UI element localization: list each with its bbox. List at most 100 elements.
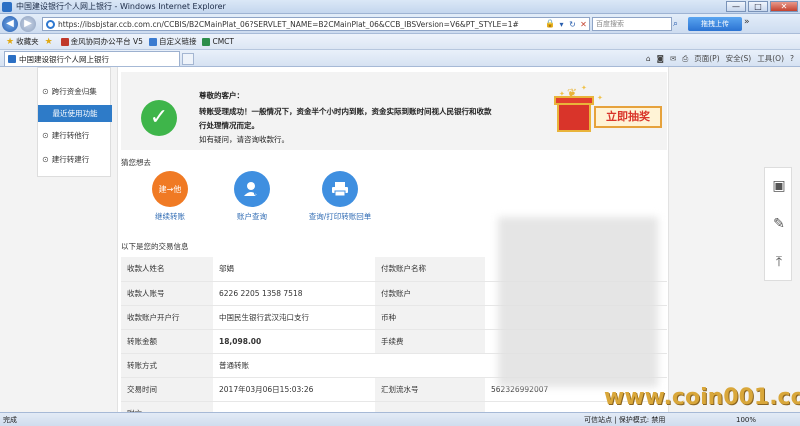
status-bar: 完成 可信站点 | 保护模式: 禁用 100% <box>0 412 800 426</box>
page-menu[interactable]: 页面(P) <box>694 53 719 64</box>
sidebar-item-cross-bank-collection[interactable]: ⊙ 跨行资金归集 <box>38 80 112 102</box>
tools-menu[interactable]: 工具(O) <box>757 53 784 64</box>
sidebar-item-ccb-to-other[interactable]: ⊙ 建行转他行 <box>38 124 112 146</box>
gift-box-icon <box>557 102 591 132</box>
favorite-link-custom[interactable]: 自定义链接 <box>148 36 196 47</box>
address-row: ◀ ▶ https://ibsbjstar.ccb.com.cn/CCBIS/B… <box>0 14 800 34</box>
sidebar-item-ccb-to-ccb[interactable]: ⊙ 建行转建行 <box>38 148 112 170</box>
upload-button[interactable]: 拖拽上传 <box>688 17 742 31</box>
sidebar-item-label: 建行转他行 <box>51 130 90 140</box>
transaction-time-label: 交易时间 <box>121 377 213 402</box>
user-search-icon <box>234 171 270 207</box>
close-button[interactable]: ✕ <box>770 1 798 12</box>
search-icon[interactable]: ⌕ <box>673 17 687 31</box>
payee-bank-value: 中国民生银行武汉沌口支行 <box>213 305 375 330</box>
payer-name-label: 付款账户名称 <box>375 257 485 282</box>
feeds-icon[interactable]: ◙ <box>657 54 664 63</box>
bullet-icon: ⊙ <box>42 86 49 96</box>
favorite-link-cmct[interactable]: CMCT <box>202 37 234 46</box>
forward-button[interactable]: ▶ <box>20 16 36 32</box>
payee-account-label: 收款人账号 <box>121 281 213 306</box>
safety-menu[interactable]: 安全(S) <box>726 53 752 64</box>
edit-icon[interactable]: ✎ <box>765 206 793 242</box>
lottery-banner[interactable]: ✦ ✦ ✦ ❦ 立即抽奖 <box>554 84 662 144</box>
watermark: www.coin001.com <box>604 385 800 410</box>
window-titlebar: 中国建设银行个人网上银行 - Windows Internet Explorer… <box>0 0 800 14</box>
success-check-icon: ✓ <box>141 100 177 136</box>
address-dropdown-icon[interactable]: ▾ <box>556 20 567 29</box>
contact-card-icon[interactable]: ▣ <box>765 168 793 204</box>
back-to-top-icon[interactable]: ⤒ <box>765 244 793 280</box>
page-icon <box>46 19 55 29</box>
page-viewport: ⊙ 跨行资金归集 最近使用功能 ⊙ 建行转他行 ⊙ 建行转建行 ✓ 尊敬的客户：… <box>0 67 800 412</box>
action-label[interactable]: 继续转账 <box>130 211 210 222</box>
url-text[interactable]: https://ibsbjstar.ccb.com.cn/CCBIS/B2CMa… <box>58 20 542 29</box>
printer-icon <box>322 171 358 207</box>
payee-name-value: 邬娟 <box>213 257 375 282</box>
link-icon <box>202 37 211 46</box>
result-line-1: 转账受理成功！一般情况下，资金半个小时内到账，资金实际到账时间视人民银行和收款 <box>199 107 492 116</box>
stop-icon[interactable]: ✕ <box>578 20 589 29</box>
action-label[interactable]: 查询/打印转账回单 <box>300 211 380 222</box>
link-icon <box>60 37 69 46</box>
window-controls: — □ ✕ <box>726 1 798 12</box>
result-line-3: 如有疑问，请咨询收款行。 <box>199 135 289 144</box>
print-receipt-action[interactable]: 查询/打印转账回单 <box>300 171 380 222</box>
table-row: 附言 … <box>121 401 667 412</box>
print-icon[interactable]: ⎙ <box>682 54 688 64</box>
zoom-level[interactable]: 100% <box>736 416 756 424</box>
greeting: 尊敬的客户： <box>199 91 244 100</box>
refresh-icon[interactable]: ↻ <box>567 20 578 29</box>
transaction-info-label: 以下是您的交易信息 <box>121 242 189 251</box>
tab-label: 中国建设银行个人网上银行 <box>19 54 109 64</box>
serial-number-label: 汇划流水号 <box>375 377 485 402</box>
minimize-button[interactable]: — <box>726 1 746 12</box>
empty-label <box>375 353 485 378</box>
main-content: ✓ 尊敬的客户： 转账受理成功！一般情况下，资金半个小时内到账，资金实际到账时间… <box>117 67 669 412</box>
tab-ccb[interactable]: 中国建设银行个人网上银行 <box>4 51 180 66</box>
payee-account-value: 6226 2205 1358 7518 <box>213 281 375 306</box>
empty-label <box>375 401 485 412</box>
new-tab-button[interactable] <box>182 53 194 65</box>
sparkle-icon: ✦ <box>581 84 587 92</box>
ie-app-icon <box>2 1 12 12</box>
lottery-button[interactable]: 立即抽奖 <box>594 106 662 128</box>
ccb-tab-icon <box>8 55 16 63</box>
currency-label: 币种 <box>375 305 485 330</box>
favorites-bar: ★ 收藏夹 ★ 金风协同办公平台 V5 自定义链接 CMCT <box>0 34 800 50</box>
remark-label: 附言 <box>121 401 213 412</box>
sparkle-icon: ✦ <box>597 94 603 102</box>
favorite-link-label: CMCT <box>212 37 234 46</box>
transfer-method-value: 普通转账 <box>213 353 375 378</box>
payee-name-label: 收款人姓名 <box>121 257 213 282</box>
home-icon[interactable]: ⌂ <box>646 54 651 63</box>
star-icon: ★ <box>6 36 15 47</box>
sidebar-item-label: 建行转建行 <box>51 154 90 164</box>
transfer-icon: 建→他 <box>152 171 188 207</box>
redaction-blur <box>498 217 658 387</box>
link-icon <box>148 37 157 46</box>
account-query-action[interactable]: 账户查询 <box>212 171 292 222</box>
action-label[interactable]: 账户查询 <box>212 211 292 222</box>
command-bar: ⌂ ◙ ✉ ⎙ 页面(P) 安全(S) 工具(O) ? <box>646 53 794 64</box>
continue-transfer-action[interactable]: 建→他 继续转账 <box>130 171 210 222</box>
favorite-link-label: 金风协同办公平台 V5 <box>70 37 143 46</box>
favorite-link-oa[interactable]: 金风协同办公平台 V5 <box>60 36 143 47</box>
sidebar-item-label: 跨行资金归集 <box>51 86 97 96</box>
security-zone[interactable]: 可信站点 | 保护模式: 禁用 <box>584 415 665 425</box>
search-input[interactable]: 百度搜索 <box>592 17 672 31</box>
lock-icon[interactable]: 🔒 <box>545 20 555 28</box>
sidebar: ⊙ 跨行资金归集 最近使用功能 ⊙ 建行转他行 ⊙ 建行转建行 <box>37 67 112 177</box>
transaction-time-value: 2017年03月06日15:03:26 <box>213 377 375 402</box>
back-button[interactable]: ◀ <box>2 16 18 32</box>
result-line-2: 行处理情况而定。 <box>199 121 259 130</box>
help-menu[interactable]: ? <box>790 54 794 63</box>
mail-icon[interactable]: ✉ <box>670 54 676 63</box>
address-bar[interactable]: https://ibsbjstar.ccb.com.cn/CCBIS/B2CMa… <box>42 17 590 31</box>
favorites-button[interactable]: ★ 收藏夹 <box>6 36 39 47</box>
add-favorite-button[interactable]: ★ <box>45 37 55 47</box>
add-favorite-icon: ★ <box>44 36 53 47</box>
more-icon[interactable]: » <box>744 17 750 27</box>
maximize-button[interactable]: □ <box>748 1 768 12</box>
result-panel: ✓ 尊敬的客户： 转账受理成功！一般情况下，资金半个小时内到账，资金实际到账时间… <box>121 72 667 150</box>
